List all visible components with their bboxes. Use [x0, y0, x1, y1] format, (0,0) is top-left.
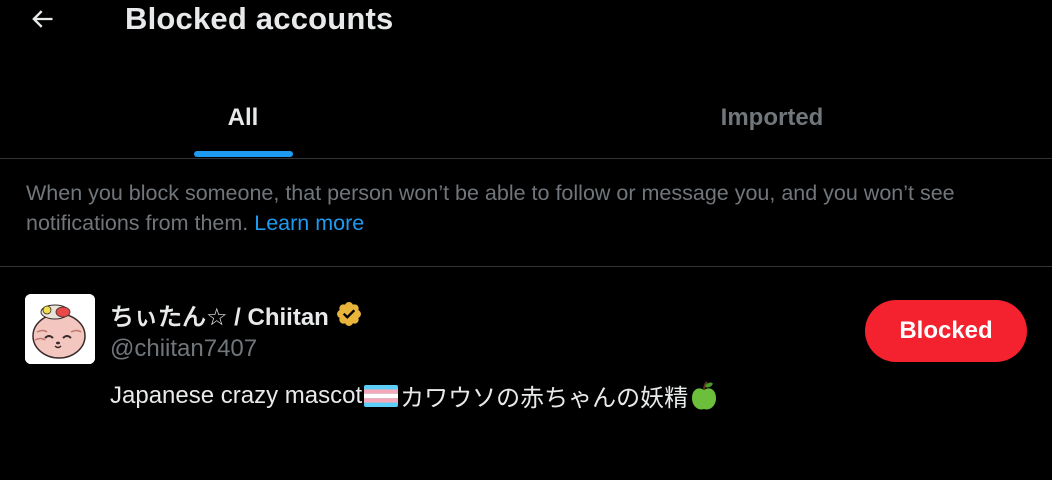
page-title: Blocked accounts [125, 1, 394, 36]
tab-all[interactable]: All [0, 78, 486, 158]
avatar[interactable] [25, 294, 95, 364]
info-description: When you block someone, that person won’… [26, 181, 955, 235]
blocked-accounts-page: Blocked accounts All Imported When you b… [0, 0, 1052, 480]
otter-mascot-avatar-icon [25, 294, 95, 364]
header: Blocked accounts [0, 0, 1052, 44]
back-button[interactable] [22, 0, 62, 38]
divider [0, 158, 1052, 159]
tab-all-label: All [227, 104, 259, 131]
verified-badge-icon[interactable] [335, 300, 363, 328]
tab-imported[interactable]: Imported [486, 78, 1052, 158]
user-handle: @chiitan7407 [110, 335, 258, 362]
tab-active-indicator [194, 151, 293, 157]
display-name[interactable]: ちぃたん☆ / Chiitan [110, 297, 329, 332]
green-apple-icon [692, 380, 717, 409]
learn-more-link[interactable]: Learn more [254, 211, 364, 235]
blocked-button[interactable]: Blocked [865, 300, 1027, 362]
tab-bar: All Imported [0, 78, 1052, 158]
arrow-left-icon [32, 10, 53, 28]
user-bio: Japanese crazy mascot カワウソの赤ちゃんの妖精 [110, 378, 718, 413]
transgender-flag-icon [364, 384, 399, 407]
name-line: ちぃたん☆ / Chiitan [110, 297, 363, 331]
bio-text-end: カワウソの赤ちゃんの妖精 [400, 385, 689, 412]
tab-imported-label: Imported [720, 104, 824, 131]
blocked-user-row[interactable]: ちぃたん☆ / Chiitan @chiitan7407 Japanese cr… [0, 267, 1052, 427]
bio-text-start: Japanese crazy mascot [110, 381, 363, 409]
info-text: When you block someone, that person won’… [26, 178, 1036, 238]
